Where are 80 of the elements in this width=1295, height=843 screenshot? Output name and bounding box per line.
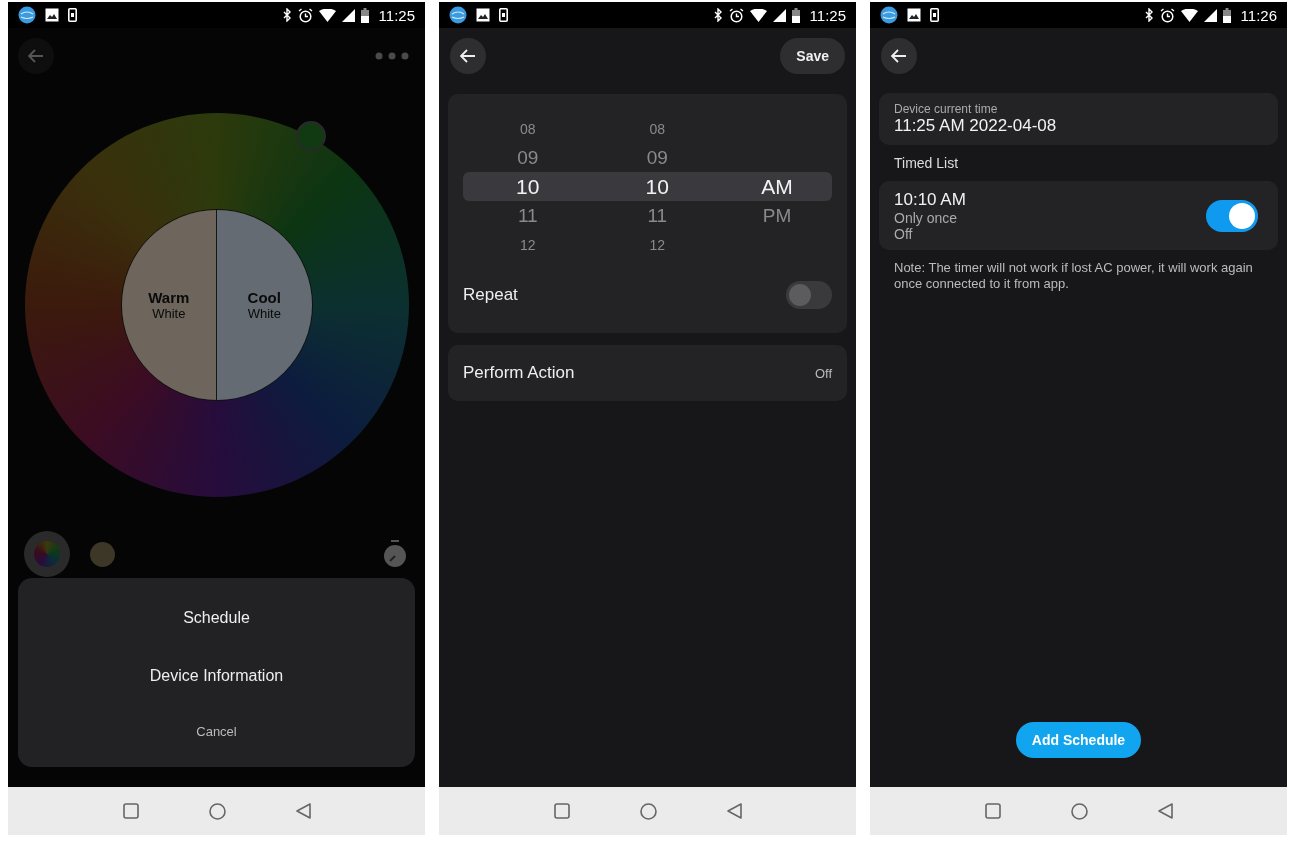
- bluetooth-icon: [1144, 8, 1154, 22]
- hour-option[interactable]: 12: [507, 230, 548, 259]
- hour-option[interactable]: 10: [507, 172, 548, 201]
- phone-icon: [930, 8, 939, 22]
- back-button[interactable]: [450, 38, 486, 74]
- more-options-icon[interactable]: [375, 52, 409, 60]
- back-arrow-icon: [28, 49, 44, 63]
- tone-mode-swatch[interactable]: [90, 541, 115, 567]
- menu-item[interactable]: Device Information: [143, 662, 290, 690]
- hour-option[interactable]: 11: [507, 201, 548, 230]
- back-button-icon[interactable]: [726, 803, 742, 819]
- battery-icon: [791, 7, 800, 23]
- back-button[interactable]: [881, 38, 917, 74]
- wifi-icon: [318, 8, 336, 22]
- alarm-clock-icon: [297, 7, 313, 23]
- repeat-label: Repeat: [463, 285, 518, 305]
- wifi-icon: [1180, 8, 1198, 22]
- home-button-icon[interactable]: [208, 802, 226, 820]
- recents-button-icon[interactable]: [553, 803, 570, 819]
- recents-button-icon[interactable]: [122, 803, 139, 819]
- minute-option[interactable]: 08: [637, 114, 678, 143]
- phone-icon: [499, 8, 508, 22]
- minute-option[interactable]: 10: [637, 172, 678, 201]
- timer-entry-card[interactable]: 10:10 AM Only once Off: [879, 181, 1278, 250]
- minute-option[interactable]: 11: [637, 201, 678, 230]
- hour-option[interactable]: 09: [507, 143, 548, 172]
- timer-time: 10:10 AM: [894, 190, 966, 210]
- status-time: 11:25: [378, 6, 415, 24]
- perform-action-row[interactable]: Perform Action Off: [448, 345, 847, 401]
- perform-action-value: Off: [814, 365, 832, 381]
- section-title: Timed List: [893, 154, 960, 173]
- warm-tone-button[interactable]: Warm White: [121, 210, 217, 400]
- battery-icon: [1222, 7, 1231, 23]
- period-option[interactable]: AM: [752, 172, 802, 201]
- toggle-switch[interactable]: [1206, 200, 1258, 232]
- color-wheel[interactable]: Warm White Cool White: [24, 113, 409, 497]
- status-time: 11:25: [809, 6, 846, 24]
- app-globe-icon: [880, 6, 898, 24]
- back-button-icon[interactable]: [295, 803, 311, 819]
- color-mode-button[interactable]: [24, 531, 70, 577]
- home-button-icon[interactable]: [639, 802, 657, 820]
- image-icon: [45, 8, 59, 22]
- minute-option[interactable]: 12: [637, 230, 678, 259]
- hour-option[interactable]: 08: [507, 114, 548, 143]
- power-note: Note: The timer will not work if lost AC power, it will work again once connected to it from app.: [894, 260, 1254, 292]
- device-time-value: 11:25 AM 2022-04-08: [894, 116, 1058, 136]
- app-globe-icon: [18, 6, 36, 24]
- device-time-label: Device current time: [894, 102, 999, 116]
- status-time: 11:26: [1240, 6, 1277, 24]
- menu-item[interactable]: Schedule: [177, 604, 256, 632]
- signal-icon: [1203, 8, 1217, 22]
- alarm-clock-icon: [728, 7, 744, 23]
- timer-action: Off: [894, 226, 914, 242]
- home-button-icon[interactable]: [1070, 802, 1088, 820]
- back-arrow-icon: [891, 49, 907, 63]
- signal-icon: [772, 8, 786, 22]
- bluetooth-icon: [713, 8, 723, 22]
- color-picker-thumb[interactable]: [295, 121, 326, 151]
- phone-icon: [68, 8, 77, 22]
- timer-icon[interactable]: [383, 540, 407, 568]
- wifi-icon: [749, 8, 767, 22]
- perform-action-label: Perform Action: [463, 363, 575, 383]
- back-arrow-icon: [460, 49, 476, 63]
- bluetooth-icon: [282, 8, 292, 22]
- cancel-button[interactable]: Cancel: [190, 720, 243, 742]
- timer-repeat: Only once: [894, 210, 959, 226]
- recents-button-icon[interactable]: [984, 803, 1001, 819]
- back-button-icon[interactable]: [1157, 803, 1173, 819]
- period-option[interactable]: PM: [752, 201, 802, 230]
- add-schedule-button[interactable]: Add Schedule: [1015, 722, 1142, 758]
- cool-tone-button[interactable]: Cool White: [217, 210, 312, 400]
- toggle-switch[interactable]: [786, 281, 832, 309]
- signal-icon: [341, 8, 355, 22]
- save-button[interactable]: Save: [780, 38, 845, 74]
- battery-icon: [360, 7, 369, 23]
- app-globe-icon: [449, 6, 467, 24]
- image-icon: [907, 8, 921, 22]
- alarm-clock-icon: [1159, 7, 1175, 23]
- minute-option[interactable]: 09: [637, 143, 678, 172]
- image-icon: [476, 8, 490, 22]
